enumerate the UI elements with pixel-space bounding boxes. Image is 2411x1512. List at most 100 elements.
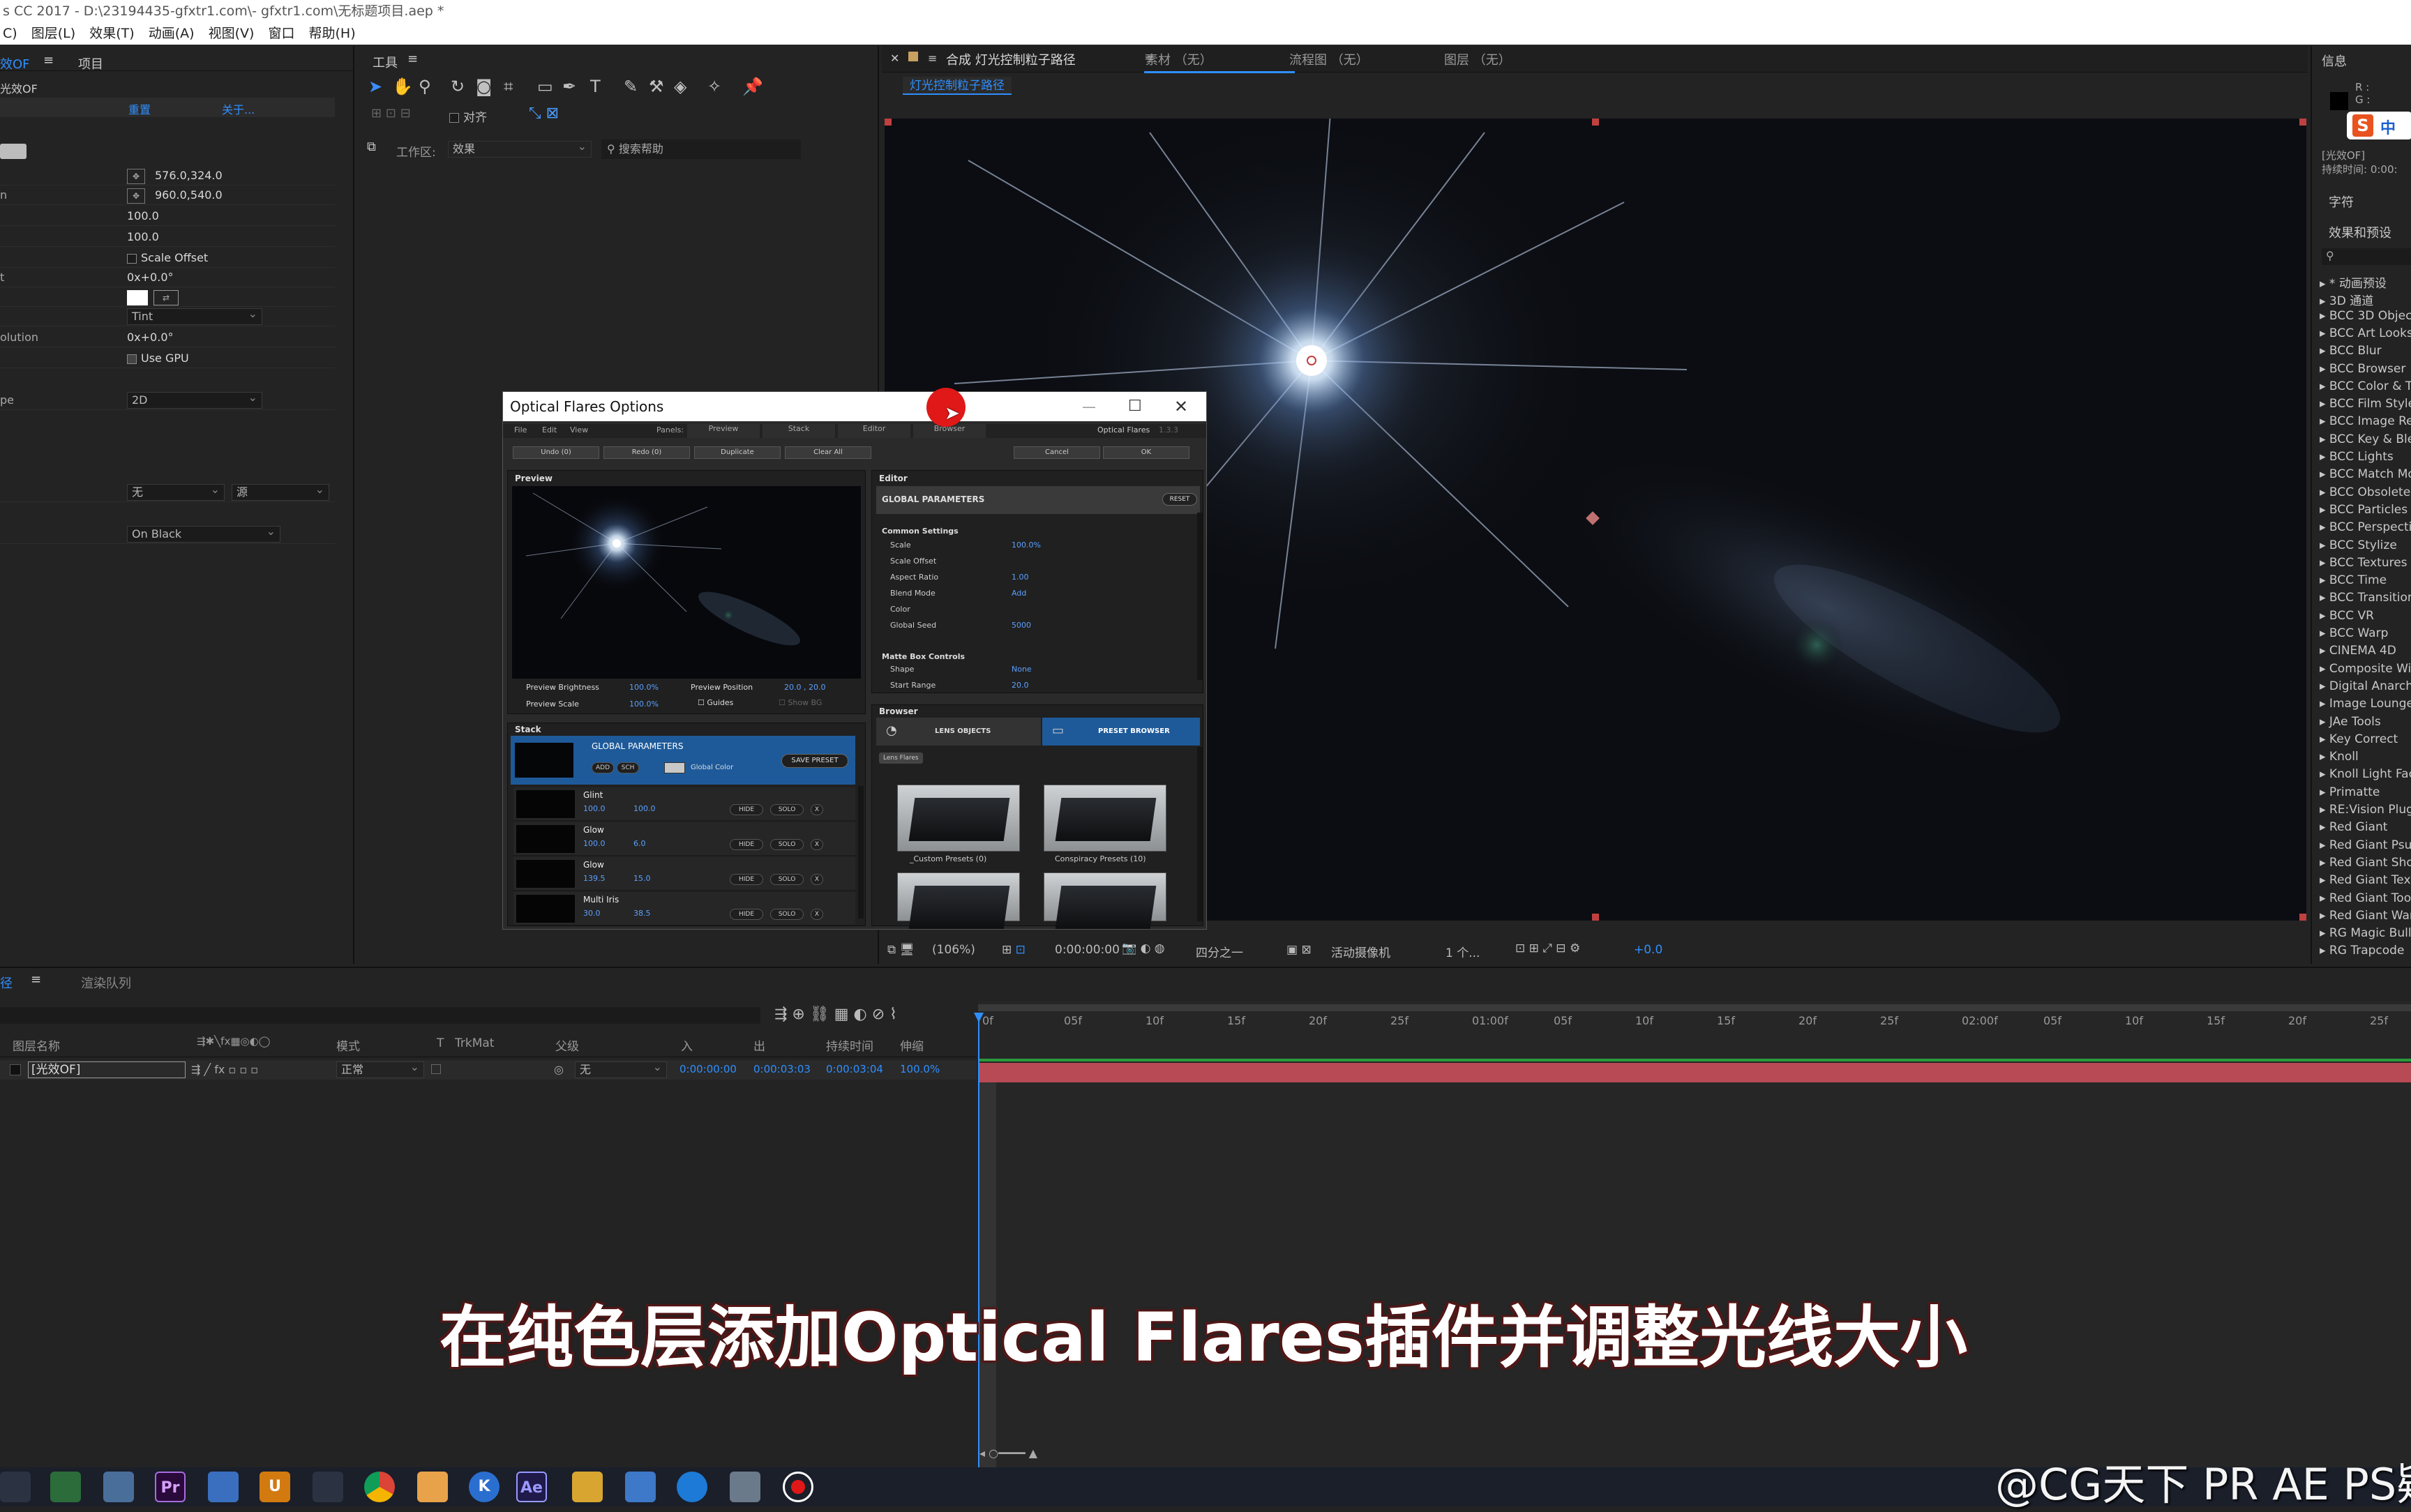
effect-category-item[interactable]: ▸ RG Trapcode [2320, 944, 2404, 958]
tab-effect-controls[interactable]: 效OF [0, 54, 30, 73]
menu-item-effect[interactable]: 效果(T) [89, 26, 134, 41]
scale-offset-checkbox[interactable]: Scale Offset [127, 248, 208, 268]
render-mode-dropdown[interactable]: 2D [127, 390, 262, 409]
snapshot-icon[interactable]: 📷 ◐ ◍ [1122, 942, 1165, 955]
chrome-icon[interactable] [364, 1472, 395, 1502]
resolution-dropdown[interactable]: 四分之一 [1196, 943, 1243, 960]
preview-brightness-value[interactable]: 100.0% [629, 683, 659, 692]
param-value[interactable]: 100.0 [127, 206, 159, 226]
taskbar-app-icon[interactable] [0, 1472, 31, 1502]
solo-button[interactable]: SOLO [770, 909, 804, 920]
effect-category-item[interactable]: ▸ * 动画预设 [2320, 273, 2387, 291]
premiere-icon[interactable]: Pr [155, 1472, 186, 1502]
menu-item-help[interactable]: 帮助(H) [309, 26, 356, 41]
menu-file[interactable]: File [514, 425, 527, 434]
solo-button[interactable]: SOLO [770, 839, 804, 850]
effect-category-item[interactable]: ▸ BCC Blur [2320, 344, 2382, 358]
effect-category-item[interactable]: ▸ Red Giant Text A [2320, 873, 2411, 887]
effect-category-item[interactable]: ▸ JAe Tools [2320, 715, 2381, 729]
solo-button[interactable]: SOLO [770, 874, 804, 885]
remove-button[interactable]: X [811, 874, 823, 885]
effect-category-item[interactable]: ▸ BCC Transitions [2320, 591, 2411, 605]
taskbar-app-icon[interactable]: K [469, 1472, 500, 1502]
source-dropdown[interactable]: 无 [127, 482, 225, 501]
exposure-value[interactable]: +0.0 [1634, 943, 1662, 957]
taskbar-app-icon[interactable] [730, 1472, 760, 1502]
stack-brightness[interactable]: 30.0 [583, 909, 601, 918]
panel-menu-icon[interactable]: ≡ [31, 972, 41, 987]
layer-switches[interactable]: ⇶ ╱ fx ▫ ▫ ▫ [191, 1063, 258, 1076]
panel-menu-icon[interactable]: ≡ [43, 53, 54, 68]
view-icons[interactable]: ⊡ ⊞ ⤢ ⊟ ⚙ [1515, 942, 1580, 955]
tab-timeline[interactable]: 径 [0, 974, 13, 992]
editor-param-row[interactable]: Global Seed 5000 [879, 618, 1172, 633]
editor-param-value[interactable]: 100.0% [1012, 538, 1041, 553]
taskbar-app-icon[interactable] [208, 1472, 239, 1502]
snap-icons[interactable]: ⤡ ⊠ [529, 105, 559, 122]
layer-duration-bar[interactable] [978, 1063, 2411, 1082]
folder-custom-presets[interactable] [897, 785, 1020, 852]
taskbar-app-icon[interactable] [50, 1472, 81, 1502]
effect-category-item[interactable]: ▸ RG Magic Bullet [2320, 926, 2411, 940]
effect-category-item[interactable]: ▸ BCC Perspective [2320, 520, 2411, 534]
param-value[interactable]: 100.0 [127, 227, 159, 247]
menu-item-view[interactable]: 视图(V) [209, 26, 255, 41]
preset-browser-tab[interactable]: ▭ PRESET BROWSER [1042, 718, 1200, 746]
hide-button[interactable]: HIDE [730, 839, 763, 850]
effect-category-item[interactable]: ▸ BCC Textures [2320, 556, 2408, 570]
effect-category-item[interactable]: ▸ BCC Art Looks [2320, 326, 2411, 340]
color-swatch[interactable] [127, 290, 148, 305]
effect-category-item[interactable]: ▸ Primatte [2320, 785, 2380, 799]
effect-category-item[interactable]: ▸ Digital Anarchy [2320, 679, 2411, 693]
stack-scale[interactable]: 100.0 [633, 804, 656, 813]
tab-composition[interactable]: 合成 灯光控制粒子路径 [946, 50, 1076, 68]
options-button[interactable] [0, 144, 27, 159]
effect-category-item[interactable]: ▸ Knoll [2320, 750, 2359, 764]
effect-category-item[interactable]: ▸ BCC Color & To [2320, 379, 2411, 393]
zoom-tool-icon[interactable]: ⚲ [419, 77, 431, 96]
effect-category-item[interactable]: ▸ BCC Lights [2320, 450, 2394, 464]
param-value[interactable]: 576.0,324.0 [155, 166, 223, 186]
effect-category-item[interactable]: ▸ BCC Browser [2320, 362, 2405, 376]
remove-button[interactable]: X [811, 909, 823, 920]
global-parameters-row[interactable]: GLOBAL PARAMETERS ADD SCH Global Color S… [511, 736, 855, 785]
cancel-button[interactable]: Cancel [1014, 446, 1100, 459]
browser-breadcrumb[interactable]: Lens Flares [879, 753, 923, 764]
close-icon[interactable]: ✕ [890, 52, 899, 65]
folder-preset[interactable] [1044, 872, 1166, 929]
file-explorer-icon[interactable] [572, 1472, 603, 1502]
roto-brush-icon[interactable]: ✧ [707, 77, 721, 96]
effect-category-item[interactable]: ▸ Knoll Light Facto [2320, 767, 2411, 781]
effect-category-item[interactable]: ▸ BCC Obsolete [2320, 485, 2410, 499]
camera-dropdown[interactable]: 活动摄像机 [1331, 943, 1390, 960]
effect-category-item[interactable]: ▸ Red Giant Warp [2320, 909, 2411, 923]
stack-scale[interactable]: 38.5 [633, 909, 651, 918]
editor-param-row[interactable]: Scale Offset [879, 554, 1172, 569]
hide-button[interactable]: HIDE [730, 804, 763, 815]
region-icons[interactable]: ⊞ ⊡ [1002, 943, 1026, 957]
pick-whip-icon[interactable]: ◎ [554, 1063, 564, 1076]
effects-search-input[interactable]: ⚲ [2322, 248, 2411, 265]
pen-tool-icon[interactable]: ✒ [562, 77, 576, 96]
eraser-tool-icon[interactable]: ◈ [674, 77, 686, 96]
effect-category-item[interactable]: ▸ BCC Warp [2320, 626, 2388, 640]
hide-button[interactable]: HIDE [730, 909, 763, 920]
ok-button[interactable]: OK [1103, 446, 1189, 459]
timeline-track-area[interactable] [978, 1001, 2411, 1473]
brush-tool-icon[interactable]: ✎ [624, 77, 638, 96]
tint-dropdown[interactable]: Tint [127, 306, 262, 325]
editor-param-row[interactable]: Aspect Ratio 1.00 [879, 570, 1172, 585]
blend-mode-dropdown[interactable]: 正常 [336, 1059, 424, 1078]
effect-category-item[interactable]: ▸ BCC Time [2320, 573, 2387, 587]
use-gpu-checkbox[interactable]: Use GPU [127, 349, 189, 368]
stack-scrollbar[interactable] [858, 786, 864, 918]
taskbar-app-icon[interactable]: U [260, 1472, 290, 1502]
preview-position-value[interactable]: 20.0 , 20.0 [784, 683, 825, 692]
editor-param-row[interactable]: Blend Mode Add [879, 586, 1172, 601]
tab-layer[interactable]: 图层 （无） [1444, 50, 1511, 68]
menu-item[interactable]: C) [3, 26, 17, 41]
render-on-dropdown[interactable]: On Black [127, 524, 280, 543]
effect-category-item[interactable]: ▸ Red Giant Toon [2320, 891, 2411, 905]
effect-category-item[interactable]: ▸ BCC Stylize [2320, 538, 2397, 552]
ime-mode[interactable]: 中 [2380, 116, 2396, 138]
